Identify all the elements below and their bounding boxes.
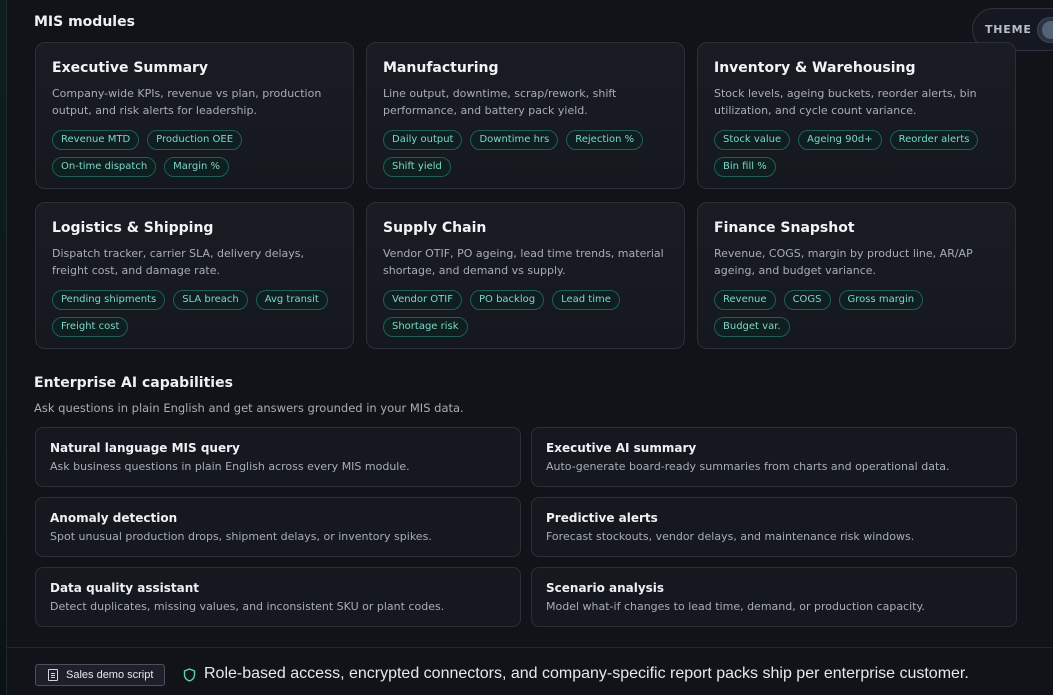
module-title: Finance Snapshot xyxy=(714,220,855,236)
ai-card-description: Ask business questions in plain English … xyxy=(50,460,410,473)
module-title: Logistics & Shipping xyxy=(52,220,214,236)
module-card-inventory-warehousing[interactable]: Inventory & Warehousing Stock levels, ag… xyxy=(697,42,1016,189)
module-description: Dispatch tracker, carrier SLA, delivery … xyxy=(52,247,305,277)
kpi-tag: Shortage risk xyxy=(383,317,468,337)
ai-card-description: Forecast stockouts, vendor delays, and m… xyxy=(546,530,915,543)
module-card-supply-chain[interactable]: Supply Chain Vendor OTIF, PO ageing, lea… xyxy=(366,202,685,349)
shield-icon xyxy=(183,668,196,682)
kpi-tag: Shift yield xyxy=(383,157,451,177)
module-tags: Revenue COGS Gross margin Budget var. xyxy=(714,290,999,337)
kpi-tag: Reorder alerts xyxy=(889,130,979,150)
module-title: Inventory & Warehousing xyxy=(714,60,916,76)
module-description: Stock levels, ageing buckets, reorder al… xyxy=(714,87,977,117)
module-card-executive-summary[interactable]: Executive Summary Company-wide KPIs, rev… xyxy=(35,42,354,189)
kpi-tag: Lead time xyxy=(552,290,620,310)
ai-card-title: Data quality assistant xyxy=(50,581,200,595)
kpi-tag: Vendor OTIF xyxy=(383,290,462,310)
kpi-tag: Downtime hrs xyxy=(470,130,559,150)
kpi-tag: Avg transit xyxy=(255,290,328,310)
kpi-tag: Bin fill % xyxy=(714,157,776,177)
module-description: Line output, downtime, scrap/rework, shi… xyxy=(383,87,617,117)
module-tags: Daily output Downtime hrs Rejection % Sh… xyxy=(383,130,668,177)
ai-card-title: Executive AI summary xyxy=(546,441,697,455)
module-title: Manufacturing xyxy=(383,60,499,76)
kpi-tag: COGS xyxy=(783,290,831,310)
module-card-logistics-shipping[interactable]: Logistics & Shipping Dispatch tracker, c… xyxy=(35,202,354,349)
ai-card-data-quality-assistant[interactable]: Data quality assistant Detect duplicates… xyxy=(35,567,521,627)
ai-card-anomaly-detection[interactable]: Anomaly detection Spot unusual productio… xyxy=(35,497,521,557)
ai-section-title: Enterprise AI capabilities xyxy=(34,375,233,391)
modules-section-title: MIS modules xyxy=(34,14,135,30)
ai-card-description: Detect duplicates, missing values, and i… xyxy=(50,600,445,613)
module-description: Company-wide KPIs, revenue vs plan, prod… xyxy=(52,87,322,117)
kpi-tag: Budget var. xyxy=(714,317,790,337)
kpi-tag: PO backlog xyxy=(470,290,545,310)
kpi-tag: SLA breach xyxy=(173,290,248,310)
module-description: Revenue, COGS, margin by product line, A… xyxy=(714,247,973,277)
ai-card-predictive-alerts[interactable]: Predictive alerts Forecast stockouts, ve… xyxy=(531,497,1017,557)
ai-card-title: Scenario analysis xyxy=(546,581,665,595)
kpi-tag: Pending shipments xyxy=(52,290,166,310)
theme-toggle[interactable] xyxy=(1037,17,1053,43)
module-card-manufacturing[interactable]: Manufacturing Line output, downtime, scr… xyxy=(366,42,685,189)
security-note: Role-based access, encrypted connectors,… xyxy=(204,665,969,682)
kpi-tag: Stock value xyxy=(714,130,791,150)
ai-card-description: Spot unusual production drops, shipment … xyxy=(50,530,432,543)
ai-card-title: Predictive alerts xyxy=(546,511,658,525)
document-icon xyxy=(48,669,58,681)
kpi-tag: Margin % xyxy=(164,157,230,177)
footer-divider xyxy=(7,647,1053,648)
ai-card-title: Anomaly detection xyxy=(50,511,178,525)
kpi-tag: On-time dispatch xyxy=(52,157,157,177)
kpi-tag: Revenue xyxy=(714,290,776,310)
theme-label: THEME xyxy=(985,23,1032,36)
kpi-tag: Gross margin xyxy=(838,290,924,310)
ai-card-title: Natural language MIS query xyxy=(50,441,240,455)
kpi-tag: Production OEE xyxy=(147,130,243,150)
module-tags: Pending shipments SLA breach Avg transit… xyxy=(52,290,337,337)
kpi-tag: Rejection % xyxy=(566,130,644,150)
ai-card-description: Auto-generate board-ready summaries from… xyxy=(546,460,950,473)
main-content: MIS modules THEME Executive Summary Comp… xyxy=(6,0,1053,695)
kpi-tag: Ageing 90d+ xyxy=(798,130,882,150)
module-card-finance-snapshot[interactable]: Finance Snapshot Revenue, COGS, margin b… xyxy=(697,202,1016,349)
module-tags: Stock value Ageing 90d+ Reorder alerts B… xyxy=(714,130,999,177)
ai-card-natural-language-query[interactable]: Natural language MIS query Ask business … xyxy=(35,427,521,487)
theme-toggle-knob xyxy=(1042,21,1053,39)
module-title: Executive Summary xyxy=(52,60,209,76)
ai-card-executive-summary[interactable]: Executive AI summary Auto-generate board… xyxy=(531,427,1017,487)
module-tags: Revenue MTD Production OEE On-time dispa… xyxy=(52,130,337,177)
ai-card-description: Model what-if changes to lead time, dema… xyxy=(546,600,925,613)
kpi-tag: Revenue MTD xyxy=(52,130,140,150)
sales-demo-script-button[interactable]: Sales demo script xyxy=(35,664,165,686)
kpi-tag: Daily output xyxy=(383,130,463,150)
sales-demo-script-label: Sales demo script xyxy=(66,669,154,681)
ai-section-subtitle: Ask questions in plain English and get a… xyxy=(34,401,464,415)
ai-card-scenario-analysis[interactable]: Scenario analysis Model what-if changes … xyxy=(531,567,1017,627)
module-description: Vendor OTIF, PO ageing, lead time trends… xyxy=(383,247,664,277)
module-title: Supply Chain xyxy=(383,220,487,236)
kpi-tag: Freight cost xyxy=(52,317,129,337)
module-tags: Vendor OTIF PO backlog Lead time Shortag… xyxy=(383,290,668,337)
